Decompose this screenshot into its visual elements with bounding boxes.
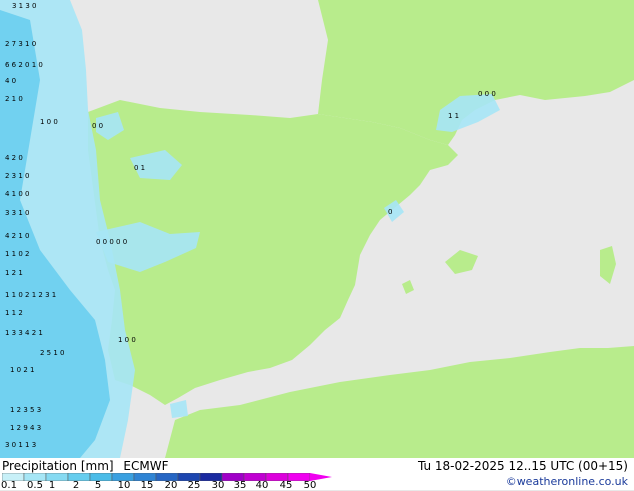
value-row: 1 1 0 2 1 2 3 1 bbox=[5, 291, 56, 299]
value-row: 1 0 0 bbox=[40, 118, 58, 126]
legend-title: Precipitation [mm] ECMWF bbox=[2, 459, 168, 473]
value-row: 1 0 2 1 bbox=[10, 366, 35, 374]
value-row: 6 6 2 0 1 0 bbox=[5, 61, 43, 69]
value-row: 2 1 0 bbox=[5, 95, 23, 103]
value-row: 4 0 bbox=[5, 77, 16, 85]
value-north: 0 1 bbox=[134, 164, 145, 172]
scale-label: 20 bbox=[164, 480, 178, 491]
value-row: 1 1 2 bbox=[5, 309, 23, 317]
value-row: 3 3 1 0 bbox=[5, 209, 30, 217]
scale-label: 2 bbox=[72, 480, 80, 491]
value-galicia: 0 0 bbox=[92, 122, 103, 130]
value-row: 1 2 3 5 3 bbox=[10, 406, 41, 414]
legend-title-text: Precipitation [mm] bbox=[2, 459, 114, 473]
value-row: 4 2 1 0 bbox=[5, 232, 30, 240]
value-row: 2 5 1 0 bbox=[40, 349, 65, 357]
scale-label: 30 bbox=[211, 480, 225, 491]
model-name: ECMWF bbox=[123, 459, 169, 473]
scale-label: 5 bbox=[94, 480, 102, 491]
scale-label: 40 bbox=[255, 480, 269, 491]
scale-label: 35 bbox=[233, 480, 247, 491]
value-portugal: 1 0 0 bbox=[118, 336, 136, 344]
value-pyrenees: 0 0 0 bbox=[478, 90, 496, 98]
scale-label: 0.5 bbox=[27, 480, 43, 491]
value-row: 3 0 1 1 3 bbox=[5, 441, 36, 449]
value-central: 0 0 0 0 0 bbox=[96, 238, 127, 246]
value-row: 1 1 0 2 bbox=[5, 250, 30, 258]
value-row: 1 2 9 4 3 bbox=[10, 424, 41, 432]
legend-footer: Precipitation [mm] ECMWF Tu 18-02-2025 1… bbox=[0, 458, 634, 491]
forecast-datetime: Tu 18-02-2025 12..15 UTC (00+15) bbox=[417, 459, 628, 473]
value-row: 2 7 3 1 0 bbox=[5, 40, 36, 48]
value-row: 4 2 0 bbox=[5, 154, 23, 162]
scale-label: 0.1 bbox=[1, 480, 17, 491]
value-row: 1 2 1 bbox=[5, 269, 23, 277]
scale-label: 1 bbox=[48, 480, 56, 491]
value-row: 2 3 1 0 bbox=[5, 172, 30, 180]
value-valencia: 0 bbox=[388, 208, 392, 216]
value-row: 4 1 0 0 bbox=[5, 190, 30, 198]
scale-label: 15 bbox=[140, 480, 154, 491]
credit-link[interactable]: ©weatheronline.co.uk bbox=[506, 475, 628, 488]
value-row: 3 1 3 0 bbox=[12, 2, 37, 10]
value-pyrenees-west: 1 1 bbox=[448, 112, 459, 120]
scale-label: 50 bbox=[303, 480, 317, 491]
precipitation-map: 3 1 3 0 2 7 3 1 0 6 6 2 0 1 0 4 0 2 1 0 … bbox=[0, 0, 634, 458]
scale-label: 10 bbox=[117, 480, 131, 491]
scale-label: 25 bbox=[187, 480, 201, 491]
value-row: 1 3 3 4 2 1 bbox=[5, 329, 43, 337]
scale-label: 45 bbox=[279, 480, 293, 491]
